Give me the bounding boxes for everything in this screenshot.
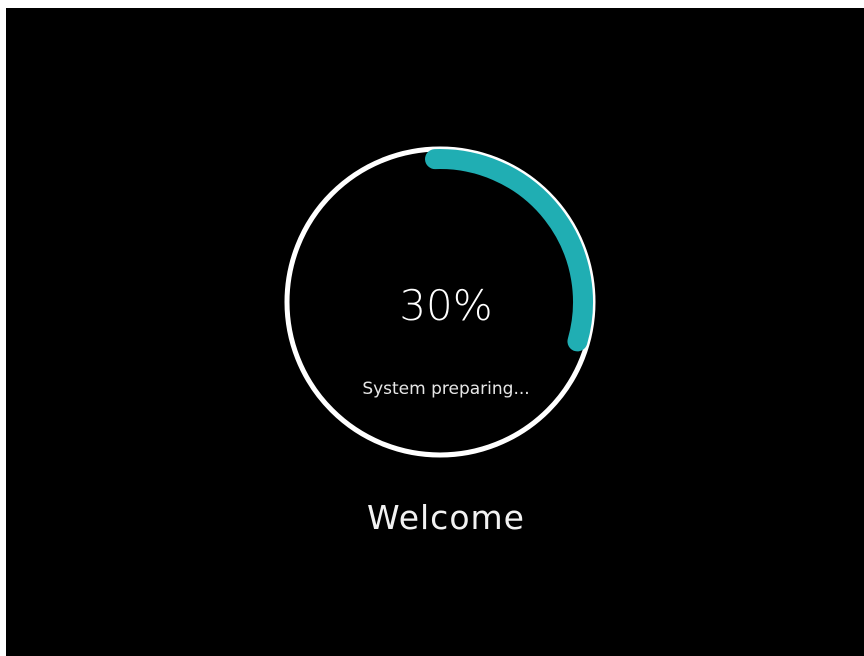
boot-screen: 30% System preparing... Welcome <box>6 8 864 656</box>
status-text: System preparing... <box>362 379 530 399</box>
progress-ring: 30% System preparing... <box>284 146 608 470</box>
progress-percent: 30% <box>399 281 493 330</box>
welcome-text: Welcome <box>367 498 525 537</box>
